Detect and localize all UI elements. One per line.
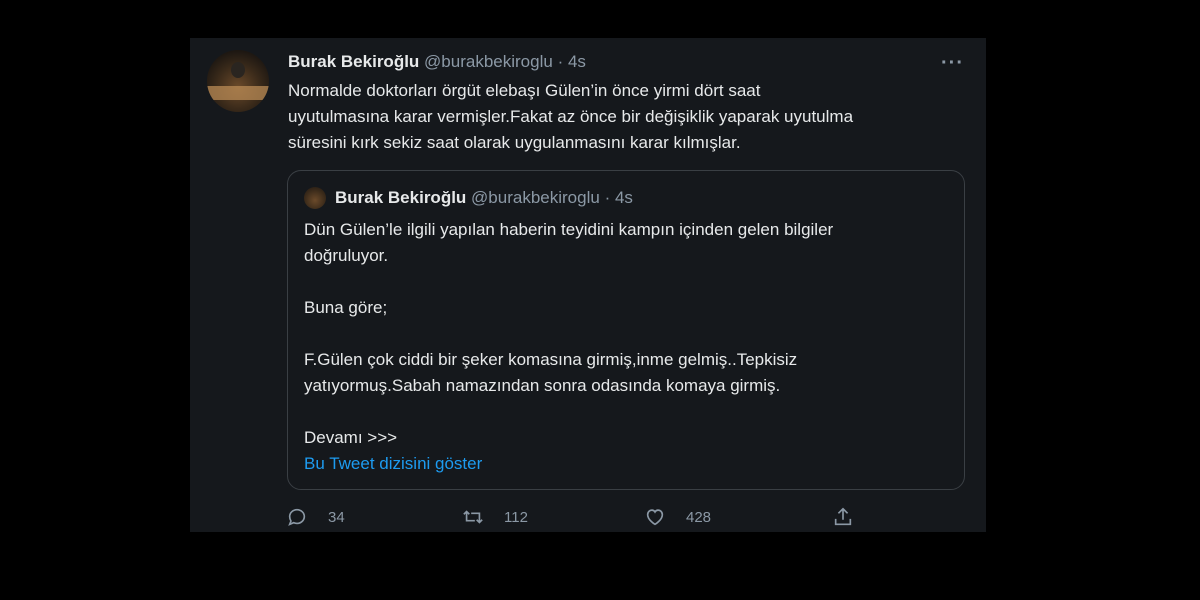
- tweet-header: Burak Bekiroğlu @burakbekiroglu · 4s: [288, 52, 586, 72]
- quoted-header: Burak Bekiroğlu @burakbekiroglu · 4s: [304, 187, 633, 209]
- quoted-line: Buna göre;: [304, 298, 388, 317]
- quoted-avatar: [304, 187, 326, 209]
- reply-icon: [288, 508, 306, 526]
- tweet-text-line: uyutulmasına karar vermişler.Fakat az ön…: [288, 107, 854, 126]
- like-count: 428: [686, 508, 712, 526]
- retweet-count: 112: [504, 508, 528, 526]
- quoted-line: yatıyormuş.Sabah namazından sonra odasın…: [304, 376, 781, 395]
- quoted-text: Dün Gülen’le ilgili yapılan haberin teyi…: [304, 217, 954, 477]
- quoted-time: · 4s: [604, 188, 633, 207]
- author-name[interactable]: Burak Bekiroğlu: [288, 52, 419, 71]
- tweet-card[interactable]: Burak Bekiroğlu @burakbekiroglu · 4s ···…: [190, 38, 986, 532]
- reply-button[interactable]: 34: [286, 506, 345, 528]
- retweet-button[interactable]: 112: [462, 506, 528, 528]
- share-icon: [834, 507, 852, 526]
- reply-count: 34: [328, 508, 345, 526]
- show-thread-link[interactable]: Bu Tweet dizisini göster: [304, 451, 954, 477]
- quoted-tweet[interactable]: Burak Bekiroğlu @burakbekiroglu · 4s Dün…: [287, 170, 965, 490]
- more-icon[interactable]: ···: [941, 52, 964, 75]
- tweet-text-line: süresini kırk sekiz saat olarak uygulanm…: [288, 133, 741, 152]
- quoted-line: F.Gülen çok ciddi bir şeker komasına gir…: [304, 350, 798, 369]
- action-bar: 34 112 428: [286, 506, 866, 530]
- retweet-icon: [463, 510, 483, 524]
- quoted-line: Dün Gülen’le ilgili yapılan haberin teyi…: [304, 220, 834, 239]
- quoted-line: doğruluyor.: [304, 246, 389, 265]
- quoted-line: Devamı >>>: [304, 428, 398, 447]
- share-button[interactable]: [832, 506, 874, 528]
- heart-icon: [646, 509, 664, 526]
- like-button[interactable]: 428: [644, 506, 711, 528]
- tweet-time[interactable]: · 4s: [558, 52, 586, 71]
- quoted-author-handle: @burakbekiroglu: [471, 188, 600, 207]
- quoted-author-name: Burak Bekiroğlu: [335, 188, 467, 207]
- avatar[interactable]: [207, 50, 269, 112]
- author-handle[interactable]: @burakbekiroglu: [424, 52, 553, 71]
- tweet-text-line: Normalde doktorları örgüt elebaşı Gülen’…: [288, 81, 761, 100]
- tweet-text: Normalde doktorları örgüt elebaşı Gülen’…: [288, 78, 968, 156]
